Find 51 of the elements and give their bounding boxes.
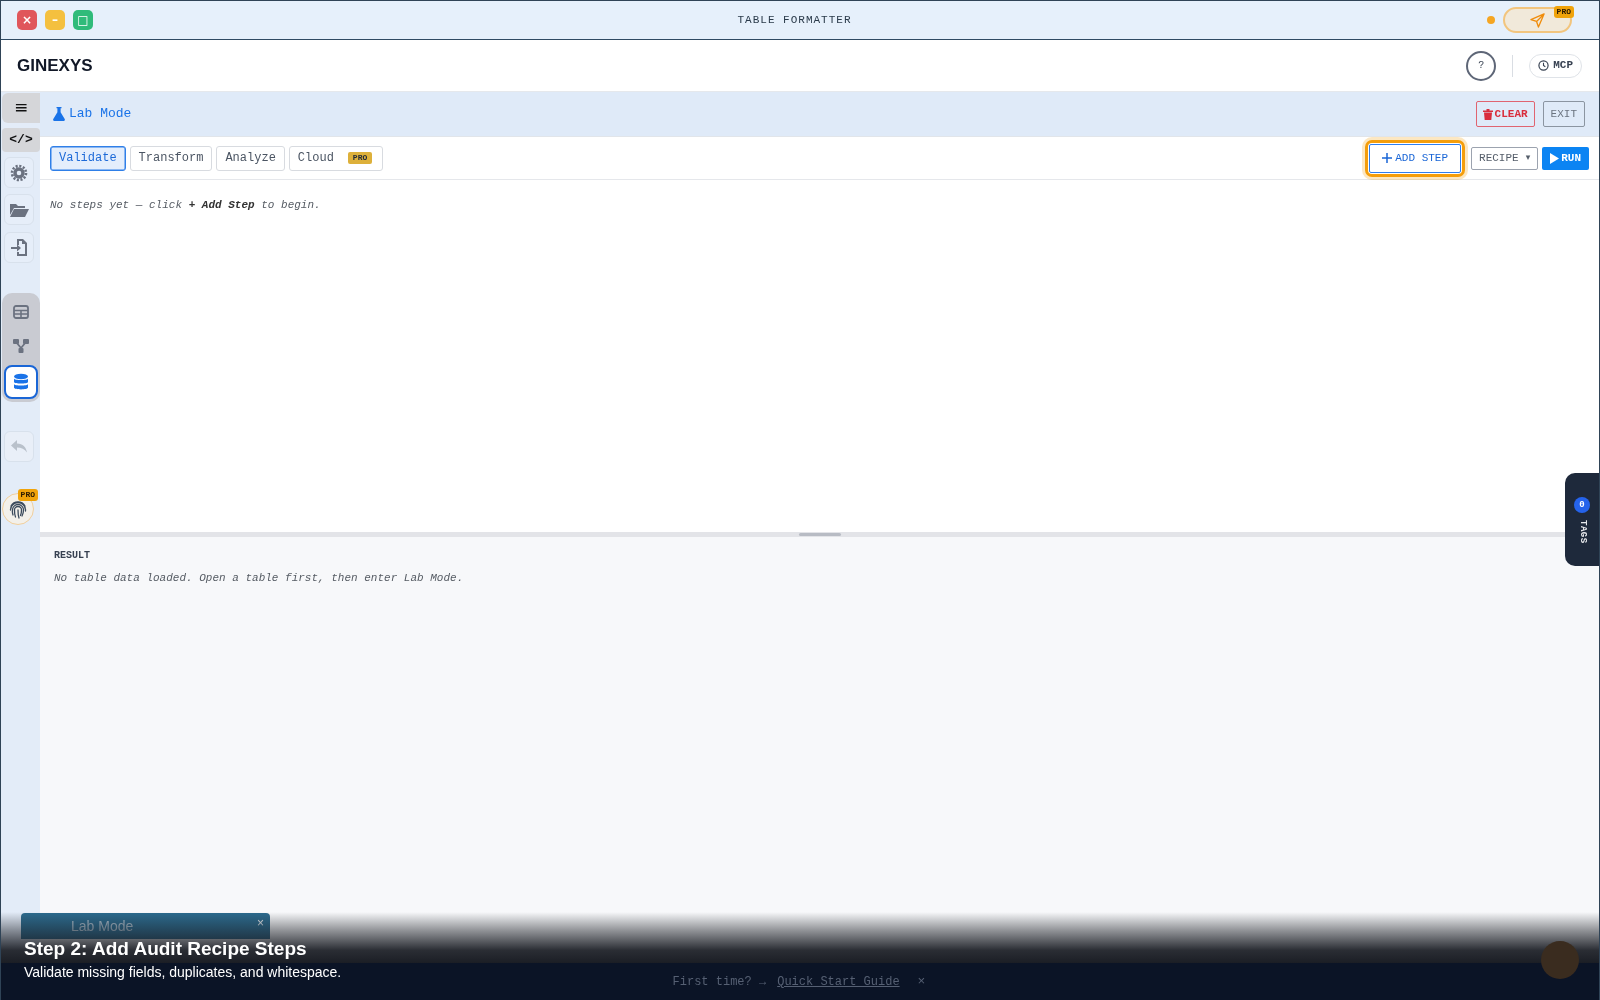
fingerprint-icon <box>8 499 28 519</box>
flask-icon <box>53 107 65 121</box>
send-button[interactable]: PRO <box>1503 7 1572 33</box>
settings-button[interactable] <box>4 157 34 188</box>
mcp-button[interactable]: MCP <box>1529 53 1582 78</box>
close-button[interactable]: × <box>17 10 37 30</box>
database-icon <box>13 373 29 391</box>
window-title: TABLE FORMATTER <box>737 12 852 28</box>
clear-button[interactable]: CLEAR <box>1475 101 1535 127</box>
result-heading: RESULT <box>54 550 91 562</box>
pro-badge: PRO <box>347 152 373 164</box>
folder-icon <box>9 201 29 218</box>
help-button[interactable]: ? <box>1466 50 1497 81</box>
code-view-button[interactable]: </> <box>2 128 40 152</box>
tab[interactable]: Cloud PRO <box>288 145 384 171</box>
paper-plane-icon <box>1530 12 1545 28</box>
status-dot-icon <box>1487 16 1495 24</box>
pro-badge: PRO <box>17 489 38 501</box>
tab[interactable]: Transform <box>129 145 213 171</box>
table-icon <box>13 305 29 319</box>
clock-icon <box>1538 60 1550 71</box>
brand-name: GINEXYS <box>17 54 93 77</box>
recipe-dropdown[interactable]: RECIPE ▾ <box>1471 146 1539 170</box>
database-view-button[interactable] <box>4 365 38 399</box>
footer-prompt: First time? → <box>672 973 767 991</box>
settings-icon <box>10 163 28 182</box>
tab[interactable]: Analyze <box>216 145 285 171</box>
tags-count: 0 <box>1574 497 1590 513</box>
caption-text: Validate missing fields, duplicates, and whitespace. <box>24 964 342 981</box>
tags-tab[interactable]: 0 TAGS <box>1565 473 1599 566</box>
open-folder-button[interactable] <box>4 194 34 225</box>
undo-arrow-icon <box>10 439 28 454</box>
tab[interactable]: Validate <box>50 145 126 171</box>
empty-steps-message: No steps yet — click + Add Step to begin. <box>50 199 322 212</box>
menu-button[interactable]: ≡ <box>2 93 40 123</box>
toast-title: Lab Mode <box>71 919 134 934</box>
close-button[interactable]: × <box>257 917 264 929</box>
add-step-button[interactable]: ADD STEP <box>1369 143 1462 173</box>
pro-badge: PRO <box>1553 6 1574 18</box>
play-icon <box>1550 152 1560 164</box>
exit-button[interactable]: EXIT <box>1542 101 1585 127</box>
result-message: No table data loaded. Open a table first, then enter Lab Mode. <box>54 572 465 585</box>
resize-handle[interactable] <box>798 533 841 536</box>
import-button[interactable] <box>4 232 34 263</box>
node-graph-icon <box>12 338 30 354</box>
lab-mode-title: Lab Mode <box>69 105 132 124</box>
plus-icon <box>1382 153 1393 163</box>
trash-icon <box>1482 108 1493 120</box>
file-arrow-icon <box>10 238 28 257</box>
run-button[interactable]: RUN <box>1542 146 1589 170</box>
caption-title: Step 2: Add Audit Recipe Steps <box>24 938 308 960</box>
